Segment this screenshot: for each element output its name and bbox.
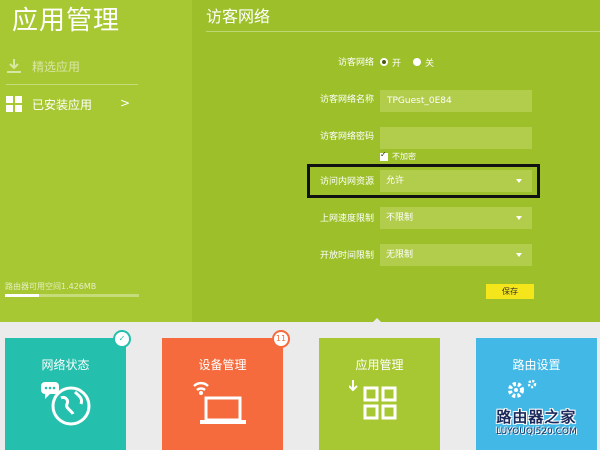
- sidebar-divider: [6, 84, 138, 85]
- password-input[interactable]: [380, 127, 532, 149]
- tile-app-management[interactable]: 应用管理: [319, 338, 440, 450]
- chevron-down-icon: [516, 253, 522, 257]
- ssid-input[interactable]: [380, 90, 532, 112]
- sidebar-title: 应用管理: [12, 6, 121, 36]
- speed-limit-value: 不限制: [386, 213, 414, 223]
- title-divider: [206, 31, 600, 32]
- guest-network-radio-group: 开 关: [380, 51, 532, 73]
- no-encrypt-checkbox-row[interactable]: 不加密: [380, 150, 416, 162]
- radio-off[interactable]: [413, 58, 422, 66]
- sidebar: 应用管理 精选应用 已安装应用 > 路由器可用空间1.426MB: [0, 0, 192, 322]
- tile-device-management[interactable]: 设备管理: [162, 338, 283, 450]
- radio-on-label: 开: [392, 58, 402, 69]
- speed-limit-row: 上网速度限制 不限制: [206, 207, 586, 229]
- laptop-wifi-icon: [193, 381, 246, 424]
- tile-network-status[interactable]: 网络状态: [5, 338, 126, 450]
- storage-bar-fill: [5, 294, 39, 297]
- watermark-title: 路由器之家: [496, 408, 577, 426]
- main-area: 应用管理 精选应用 已安装应用 > 路由器可用空间1.426MB 访客网络 访客…: [0, 0, 600, 324]
- tab-pointer: [371, 318, 383, 324]
- tile-label: 网络状态: [41, 358, 90, 372]
- speed-limit-select[interactable]: 不限制: [380, 207, 532, 229]
- sidebar-item-label: 已安装应用: [32, 97, 93, 112]
- apps-grid-icon: [349, 380, 397, 420]
- page-title: 访客网络: [206, 7, 271, 26]
- sidebar-item-installed-apps[interactable]: 已安装应用 >: [0, 86, 192, 122]
- tile-label: 设备管理: [198, 358, 247, 372]
- sidebar-item-featured-apps[interactable]: 精选应用: [0, 48, 192, 84]
- guest-network-row: 访客网络 开 关: [206, 51, 586, 73]
- device-count-badge: 11: [272, 330, 290, 348]
- open-time-row: 开放时间限制 无限制: [206, 244, 586, 266]
- no-encrypt-label: 不加密: [392, 152, 416, 161]
- storage-text: 路由器可用空间1.426MB: [5, 282, 97, 291]
- speed-limit-label: 上网速度限制: [319, 214, 374, 224]
- guest-network-label: 访客网络: [337, 58, 374, 68]
- open-time-label: 开放时间限制: [319, 251, 374, 261]
- open-time-value: 无限制: [386, 250, 414, 260]
- no-encrypt-checkbox[interactable]: [380, 150, 388, 161]
- globe-chat-icon: [41, 382, 91, 426]
- watermark-url: LUYOUQI520.COM: [496, 427, 577, 437]
- radio-on[interactable]: [380, 58, 388, 66]
- radio-off-label: 关: [425, 58, 435, 69]
- grid-icon: [6, 96, 22, 112]
- chevron-down-icon: [516, 216, 522, 220]
- highlight-box: [307, 164, 540, 198]
- tile-label: 路由设置: [512, 358, 561, 372]
- ssid-row: 访客网络名称: [206, 88, 586, 112]
- tile-label: 应用管理: [355, 358, 404, 372]
- watermark: 路由器之家 LUYOUQI520.COM: [496, 408, 577, 438]
- password-label: 访客网络密码: [319, 132, 374, 142]
- sidebar-item-label: 精选应用: [32, 59, 81, 74]
- status-check-badge: ✓: [113, 330, 131, 348]
- download-icon: [7, 59, 21, 73]
- open-time-select[interactable]: 无限制: [380, 244, 532, 266]
- password-row: 访客网络密码: [206, 125, 586, 149]
- chevron-right-icon: >: [120, 96, 131, 110]
- save-button[interactable]: 保存: [486, 284, 534, 299]
- ssid-label: 访客网络名称: [319, 95, 374, 105]
- storage-bar: [5, 294, 139, 297]
